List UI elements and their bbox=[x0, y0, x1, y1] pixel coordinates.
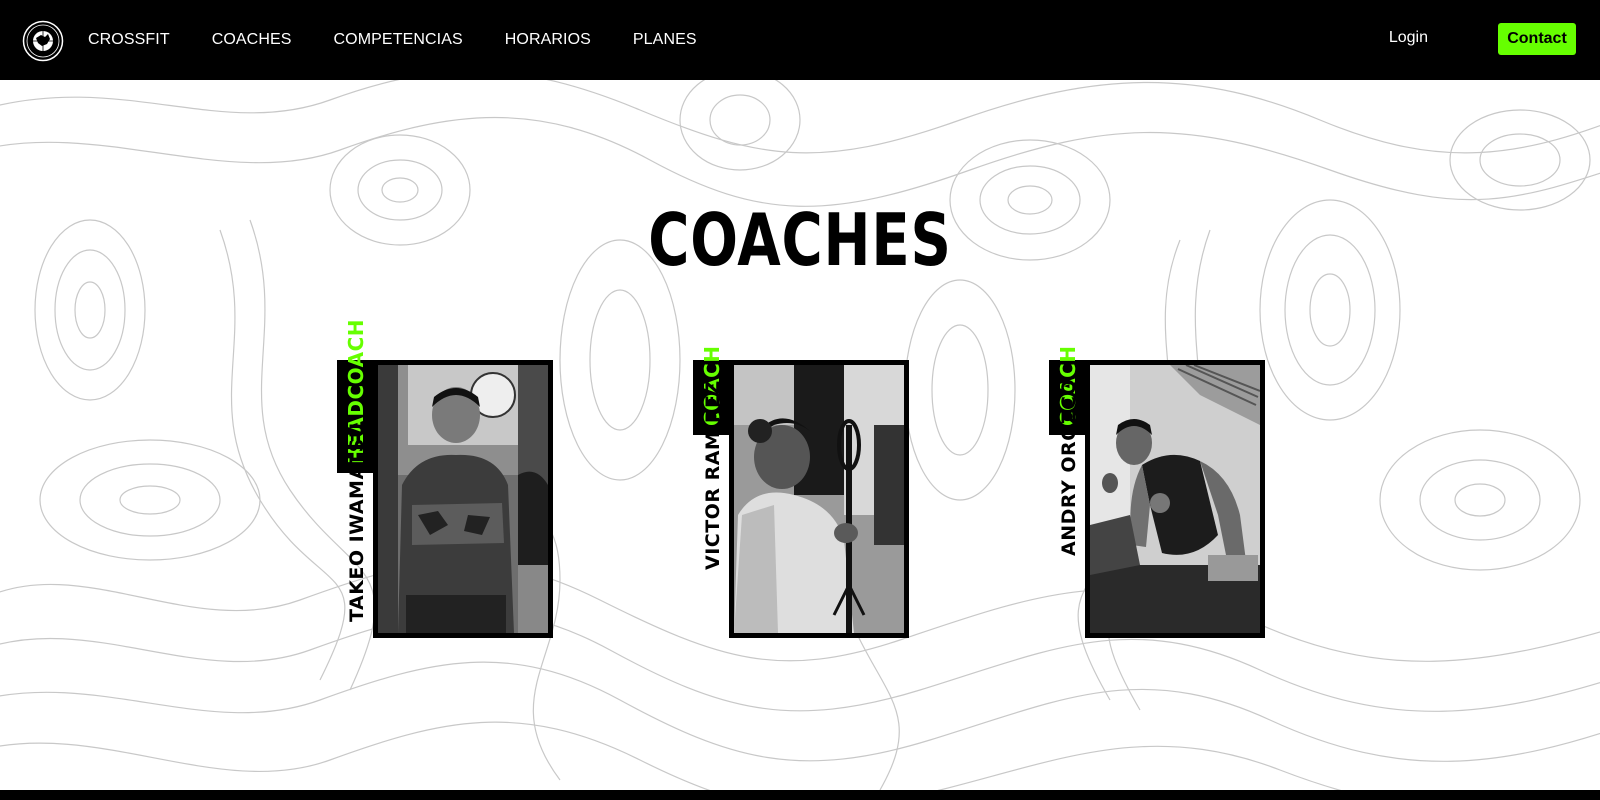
coach-photo bbox=[1085, 360, 1265, 638]
contact-button[interactable]: Contact bbox=[1498, 23, 1576, 55]
footer-bar bbox=[0, 790, 1600, 800]
nav-link-competencias[interactable]: COMPETENCIAS bbox=[334, 31, 463, 49]
coach-photo bbox=[729, 360, 909, 638]
coach-card[interactable]: COACH ANDRY OROZCO bbox=[1049, 345, 1265, 638]
coach-name: TAKEO IWAMATSU bbox=[346, 422, 368, 622]
coach-card[interactable]: HEADCOACH TAKEO IWAMATSU bbox=[337, 319, 553, 638]
nav-link-planes[interactable]: PLANES bbox=[633, 31, 697, 49]
nav-links: CROSSFIT COACHES COMPETENCIAS HORARIOS P… bbox=[88, 0, 739, 80]
nav-link-coaches[interactable]: COACHES bbox=[212, 31, 292, 49]
coach-name: VICTOR RAMIREZ bbox=[702, 380, 724, 570]
coach-card[interactable]: COACH VICTOR RAMIREZ bbox=[693, 345, 909, 638]
top-navbar: CROSSFIT COACHES COMPETENCIAS HORARIOS P… bbox=[0, 0, 1600, 80]
page-title: COACHES bbox=[648, 198, 952, 282]
nav-link-crossfit[interactable]: CROSSFIT bbox=[88, 31, 170, 49]
coaches-section: COACHES HEADCOACH TAKEO IWAMATSU COACH V… bbox=[0, 80, 1600, 790]
logo[interactable] bbox=[22, 20, 64, 62]
coach-name: ANDRY OROZCO bbox=[1058, 378, 1080, 556]
nav-link-horarios[interactable]: HORARIOS bbox=[505, 31, 591, 49]
coach-photo bbox=[373, 360, 553, 638]
login-link[interactable]: Login bbox=[1389, 29, 1428, 47]
